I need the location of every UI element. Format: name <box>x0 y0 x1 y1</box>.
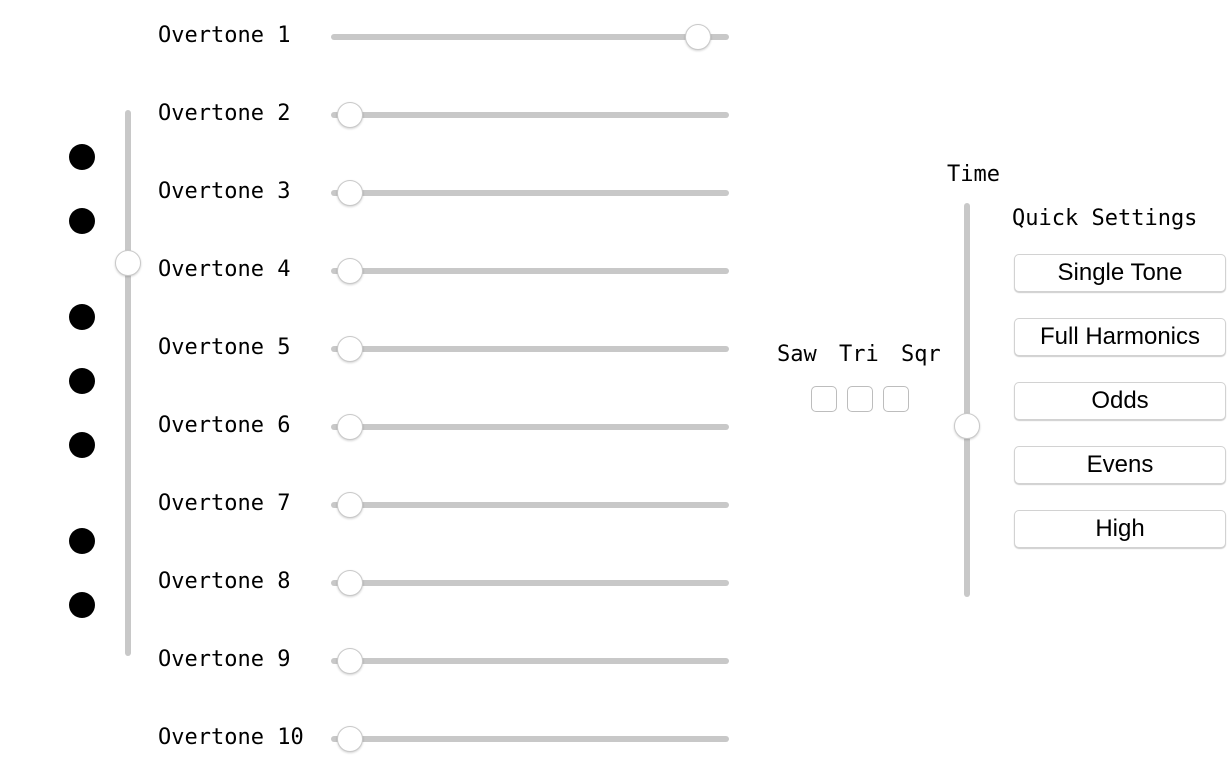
slider-track <box>331 502 729 508</box>
high-button[interactable]: High <box>1014 510 1226 548</box>
time-label: Time <box>947 162 1000 187</box>
overtone-slider[interactable] <box>331 336 729 362</box>
slider-thumb[interactable] <box>115 250 141 277</box>
saw-checkbox[interactable] <box>811 386 837 412</box>
tri-checkbox[interactable] <box>847 386 873 412</box>
slider-thumb[interactable] <box>337 414 363 440</box>
overtone-slider[interactable] <box>331 24 729 50</box>
slider-track <box>331 112 729 118</box>
overtone-slider[interactable] <box>331 258 729 284</box>
overtone-master-slider[interactable] <box>115 110 141 656</box>
indicator-dot <box>69 208 95 234</box>
overtone-slider[interactable] <box>331 414 729 440</box>
overtone-label: Overtone 2 <box>158 101 291 126</box>
indicator-dot <box>69 304 95 330</box>
waveform-label-saw: Saw <box>777 342 817 367</box>
slider-track <box>331 424 729 430</box>
time-slider[interactable] <box>954 203 980 597</box>
overtone-slider[interactable] <box>331 726 729 752</box>
indicator-dot <box>69 368 95 394</box>
waveform-label-sqr: Sqr <box>901 342 941 367</box>
slider-thumb[interactable] <box>337 570 363 596</box>
odds-button[interactable]: Odds <box>1014 382 1226 420</box>
slider-thumb[interactable] <box>337 726 363 752</box>
overtone-slider[interactable] <box>331 180 729 206</box>
indicator-dot <box>69 432 95 458</box>
overtone-slider[interactable] <box>331 102 729 128</box>
slider-track <box>331 346 729 352</box>
overtone-label: Overtone 9 <box>158 647 291 672</box>
slider-thumb[interactable] <box>337 336 363 362</box>
overtone-label: Overtone 3 <box>158 179 291 204</box>
full-harmonics-button[interactable]: Full Harmonics <box>1014 318 1226 356</box>
overtone-label: Overtone 5 <box>158 335 291 360</box>
slider-track <box>331 580 729 586</box>
slider-thumb[interactable] <box>337 180 363 206</box>
overtone-slider[interactable] <box>331 648 729 674</box>
indicator-dot <box>69 528 95 554</box>
slider-thumb[interactable] <box>954 412 980 439</box>
quick-settings-title: Quick Settings <box>1012 206 1198 231</box>
overtone-label: Overtone 4 <box>158 257 291 282</box>
overtone-label: Overtone 8 <box>158 569 291 594</box>
slider-thumb[interactable] <box>337 648 363 674</box>
sqr-checkbox[interactable] <box>883 386 909 412</box>
slider-track <box>125 110 131 656</box>
slider-thumb[interactable] <box>684 24 711 50</box>
overtone-label: Overtone 10 <box>158 725 304 750</box>
slider-track <box>331 268 729 274</box>
overtone-slider[interactable] <box>331 570 729 596</box>
slider-thumb[interactable] <box>337 258 363 284</box>
overtone-label: Overtone 6 <box>158 413 291 438</box>
overtone-label: Overtone 1 <box>158 23 291 48</box>
evens-button[interactable]: Evens <box>1014 446 1226 484</box>
slider-track <box>331 658 729 664</box>
overtone-slider[interactable] <box>331 492 729 518</box>
single-tone-button[interactable]: Single Tone <box>1014 254 1226 292</box>
indicator-dot <box>69 144 95 170</box>
slider-thumb[interactable] <box>337 492 363 518</box>
slider-track <box>331 34 729 40</box>
overtone-label: Overtone 7 <box>158 491 291 516</box>
waveform-label-tri: Tri <box>839 342 879 367</box>
indicator-dot <box>69 592 95 618</box>
slider-track <box>964 203 970 597</box>
slider-thumb[interactable] <box>337 102 363 128</box>
slider-track <box>331 736 729 742</box>
slider-track <box>331 190 729 196</box>
